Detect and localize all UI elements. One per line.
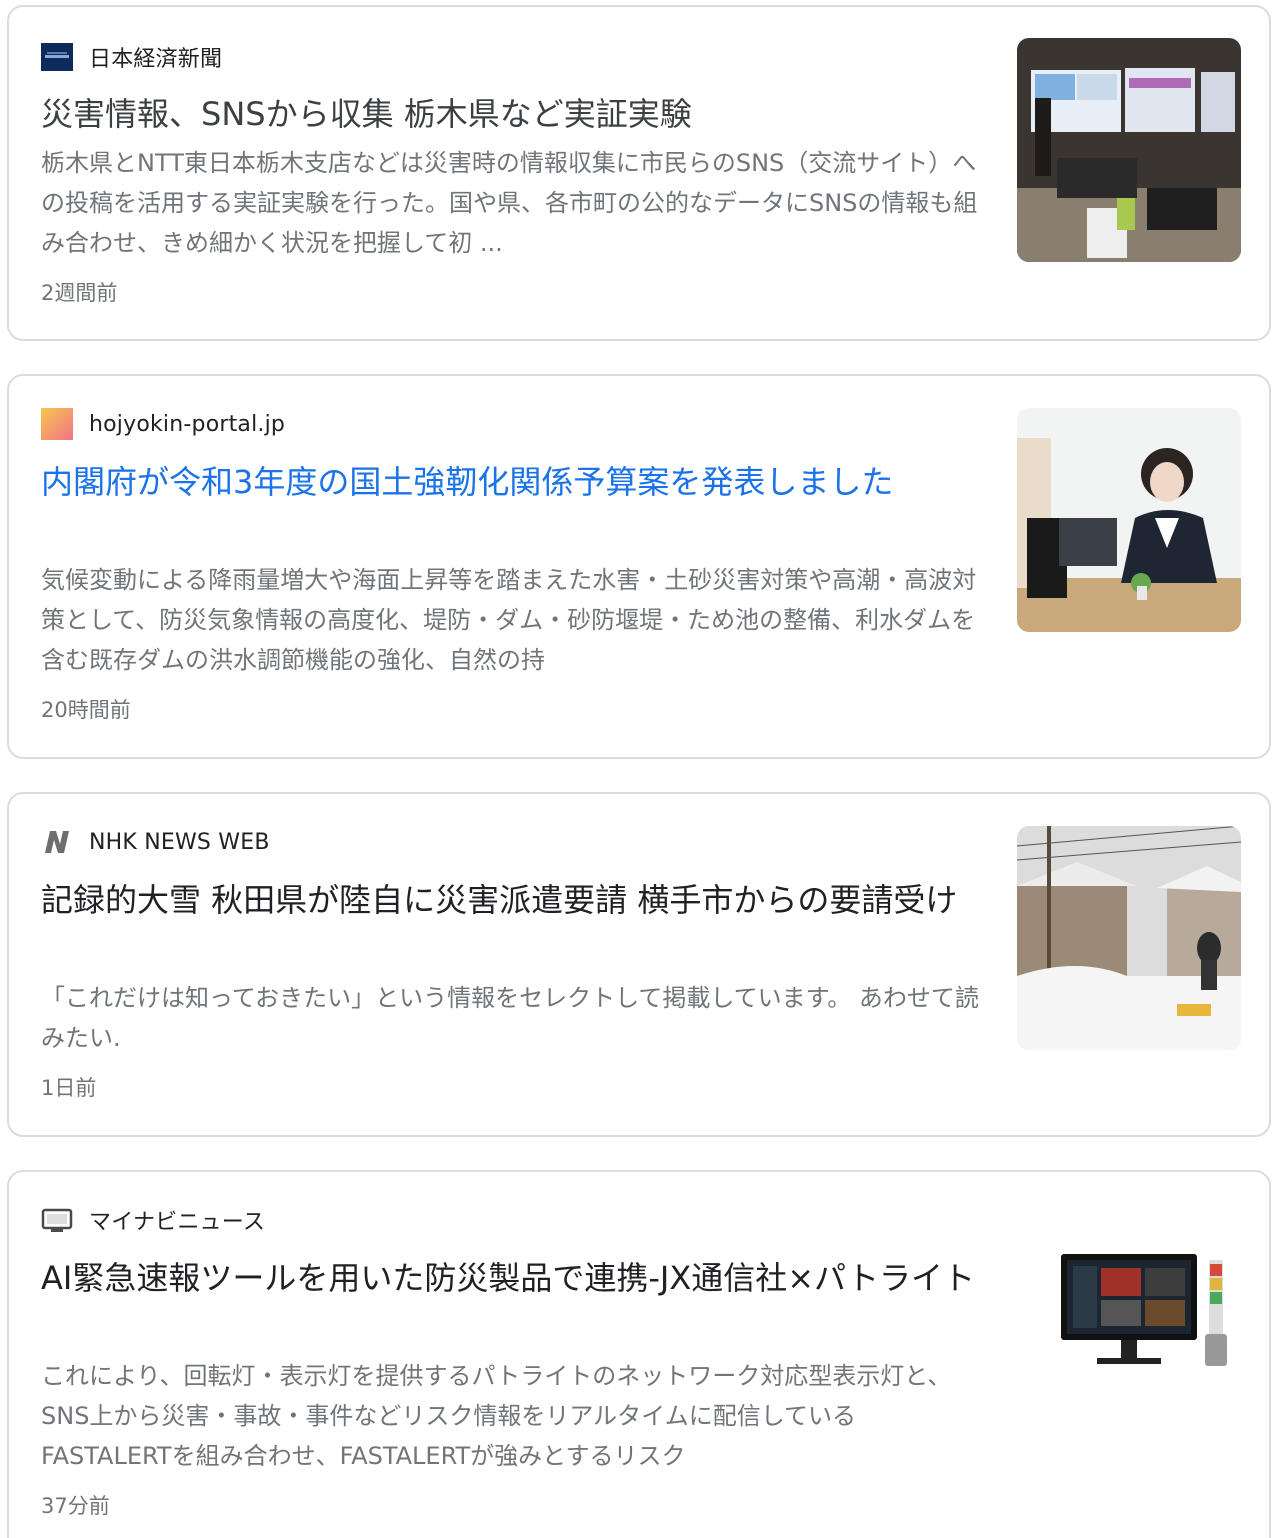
source-name: NHK NEWS WEB [89,829,270,855]
article-thumbnail[interactable] [1017,408,1241,632]
article-title[interactable]: AI緊急速報ツールを用いた防災製品で連携-JX通信社×パトライト [41,1255,981,1301]
source-name: hojyokin-portal.jp [89,411,286,437]
news-card[interactable]: 日本経済新聞 災害情報、SNSから収集 栃木県など実証実験 栃木県とNTT東日本… [7,5,1271,341]
news-source: NHK NEWS WEB [41,826,270,858]
article-thumbnail[interactable] [1017,1204,1241,1428]
article-snippet: 気候変動による降雨量増大や海面上昇等を踏まえた水害・土砂災害対策や高潮・高波対策… [41,566,977,674]
source-name: マイナビニュース [89,1210,266,1235]
news-source: hojyokin-portal.jp [41,408,285,440]
article-age: 1日前 [41,1076,97,1100]
article-title[interactable]: 記録的大雪 秋田県が陸自に災害派遣要請 横手市からの要請受け [41,877,981,923]
news-source: マイナビニュース [41,1204,265,1236]
article-snippet: これにより、回転灯・表示灯を提供するパトライトのネットワーク対応型表示灯と、SN… [41,1362,952,1470]
article-title[interactable]: 内閣府が令和3年度の国土強靭化関係予算案を発表しました [41,459,981,505]
source-name: 日本経済新聞 [89,47,223,72]
article-age: 2週間前 [41,281,118,305]
article-thumbnail[interactable] [1017,826,1241,1050]
tv-monitor-icon [41,1204,73,1236]
nikkei-logo-icon [41,41,73,73]
article-thumbnail[interactable] [1017,38,1241,262]
article-snippet: 「これだけは知っておきたい」という情報をセレクトして掲載しています。 あわせて読… [41,984,979,1052]
article-snippet: 栃木県とNTT東日本栃木支店などは災害時の情報収集に市民らのSNS（交流サイト）… [41,149,978,257]
article-age: 37分前 [41,1494,110,1518]
news-feed: 日本経済新聞 災害情報、SNSから収集 栃木県など実証実験 栃木県とNTT東日本… [0,0,1282,1538]
news-source: 日本経済新聞 [41,41,222,73]
news-card[interactable]: hojyokin-portal.jp 内閣府が令和3年度の国土強靭化関係予算案を… [7,374,1271,759]
article-age: 20時間前 [41,698,131,722]
article-title[interactable]: 災害情報、SNSから収集 栃木県など実証実験 [41,91,981,137]
news-card[interactable]: NHK NEWS WEB 記録的大雪 秋田県が陸自に災害派遣要請 横手市からの要… [7,792,1271,1137]
news-card[interactable]: マイナビニュース AI緊急速報ツールを用いた防災製品で連携-JX通信社×パトライ… [7,1170,1271,1538]
nhk-n-icon [41,826,73,858]
hojyokin-gradient-icon [41,408,73,440]
